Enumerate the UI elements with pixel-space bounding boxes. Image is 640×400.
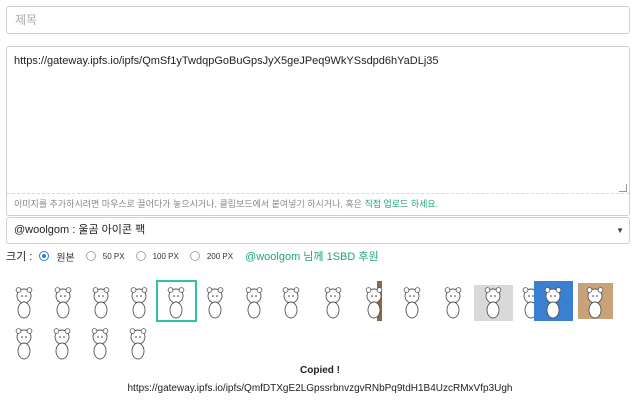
bear-sad-icon[interactable] <box>5 322 44 362</box>
bear-sit-icon[interactable] <box>434 281 473 321</box>
bear-lying-icon[interactable] <box>272 281 311 321</box>
radio-icon <box>85 251 96 261</box>
body-editor[interactable]: https://gateway.ipfs.io/ipfs/QmSf1yTwdqp… <box>6 46 630 216</box>
bear-corner-icon[interactable] <box>576 281 615 321</box>
bear-rabbit-icon[interactable] <box>81 322 120 362</box>
editor-hint: 이미지를 추가하시려면 마우스로 끌어다가 놓으시거나, 클립보드에서 붙여넣기… <box>7 193 629 215</box>
support-link[interactable]: @woolgom 님께 1SBD 후원 <box>245 248 379 264</box>
size-option-original[interactable]: 원본 <box>39 249 75 264</box>
copied-url: https://gateway.ipfs.io/ipfs/QmfDTXgE2LG… <box>127 383 513 394</box>
size-option-label: 원본 <box>56 252 75 264</box>
size-option-200[interactable]: 200 PX <box>189 251 234 261</box>
editor-content[interactable]: https://gateway.ipfs.io/ipfs/QmSf1yTwdqp… <box>14 55 439 67</box>
bear-wall-icon[interactable] <box>474 281 513 321</box>
title-input[interactable]: 제목 <box>6 6 630 34</box>
bear-umbrella-icon[interactable] <box>120 281 159 321</box>
size-option-label: 50 PX <box>102 251 125 261</box>
icon-pack-select-value: @woolgom : 울곰 아이콘 팩 <box>14 224 146 236</box>
bear-jump-icon[interactable] <box>534 281 573 321</box>
bear-trash-icon[interactable] <box>5 281 44 321</box>
bear-cheer-icon[interactable] <box>156 280 197 322</box>
bear-wave-icon[interactable] <box>43 322 82 362</box>
bear-pair-icon[interactable] <box>82 281 121 321</box>
size-option-label: 200 PX <box>206 251 234 261</box>
size-label: 크기 : <box>6 251 33 263</box>
bear-computer-icon[interactable] <box>314 281 353 321</box>
size-option-100[interactable]: 100 PX <box>135 251 179 261</box>
resize-grip-icon[interactable] <box>619 184 627 192</box>
editor-hint-text: 이미지를 추가하시려면 마우스로 끌어다가 놓으시거나, 클립보드에서 붙여넣기… <box>14 199 365 209</box>
bear-flower-icon[interactable] <box>119 322 158 362</box>
size-option-50[interactable]: 50 PX <box>85 251 125 261</box>
size-option-label: 100 PX <box>152 251 179 261</box>
upload-link[interactable]: 직접 업로드 하세요. <box>364 199 438 209</box>
bear-stand-icon[interactable] <box>235 281 274 321</box>
bear-bath-icon[interactable] <box>196 281 235 321</box>
copied-status: Copied ! <box>300 365 340 376</box>
bear-cat-icon[interactable] <box>44 281 83 321</box>
size-options: 크기 : 원본 50 PX 100 PX 200 PX @woolgom 님께 … <box>6 248 379 264</box>
radio-icon <box>39 251 50 261</box>
radio-icon <box>135 251 146 261</box>
bear-peek-icon[interactable] <box>355 281 394 321</box>
dropdown-arrow-icon: ▼ <box>616 226 624 235</box>
radio-icon <box>189 251 200 261</box>
icon-pack-select[interactable]: @woolgom : 울곰 아이콘 팩 ▼ <box>6 217 630 244</box>
bear-rain-icon[interactable] <box>393 281 432 321</box>
